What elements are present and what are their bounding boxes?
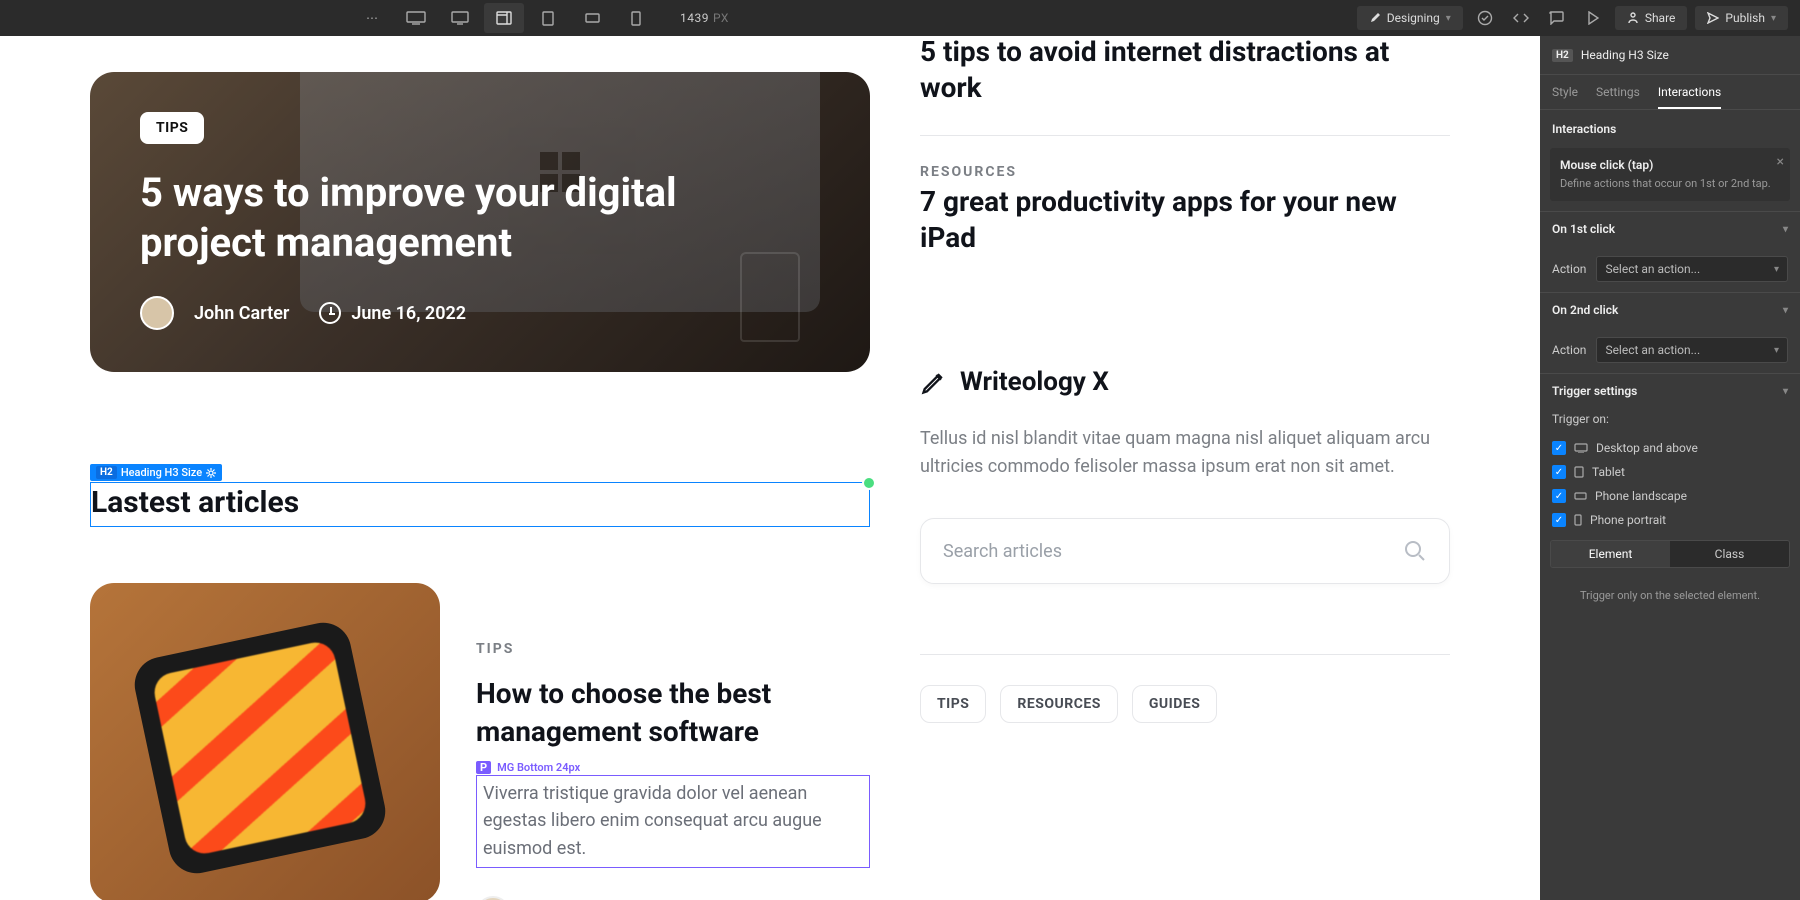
device-checkbox-desktop[interactable]: ✓ Desktop and above: [1540, 436, 1800, 460]
sidebar-post[interactable]: 5 tips to avoid internet distractions at…: [920, 36, 1450, 107]
paragraph-selection-tag[interactable]: P MG Bottom 24px: [476, 761, 580, 774]
article-thumbnail: [90, 583, 440, 900]
trigger-scope-segmented[interactable]: Element Class: [1550, 540, 1790, 568]
publish-button[interactable]: Publish ▾: [1695, 6, 1788, 30]
interactions-heading: Interactions: [1540, 110, 1800, 148]
desktop-icon: [1574, 443, 1588, 453]
first-click-header[interactable]: On 1st click▾: [1540, 211, 1800, 246]
sidebar-post-title: 7 great productivity apps for your new i…: [920, 184, 1450, 257]
breakpoint-phone-landscape-button[interactable]: [572, 3, 612, 33]
trigger-card[interactable]: × Mouse click (tap) Define actions that …: [1550, 148, 1790, 201]
design-canvas[interactable]: TIPS 5 ways to improve your digital proj…: [0, 36, 1540, 900]
tag-chip[interactable]: GUIDES: [1132, 685, 1217, 723]
segment-class[interactable]: Class: [1670, 541, 1789, 567]
trigger-on-label: Trigger on:: [1552, 412, 1788, 426]
device-checkbox-tablet[interactable]: ✓ Tablet: [1540, 460, 1800, 484]
hero-date: June 16, 2022: [319, 302, 466, 324]
first-action-select[interactable]: Select an action...▾: [1596, 256, 1788, 282]
action-label: Action: [1552, 262, 1586, 276]
tab-settings[interactable]: Settings: [1596, 85, 1640, 109]
trigger-hint: Trigger only on the selected element.: [1540, 576, 1800, 617]
sidebar-post[interactable]: RESOURCES 7 great productivity apps for …: [920, 164, 1450, 257]
hero-card[interactable]: TIPS 5 ways to improve your digital proj…: [90, 72, 870, 372]
search-input[interactable]: [943, 541, 1403, 562]
segment-element[interactable]: Element: [1551, 541, 1670, 567]
share-button[interactable]: Share: [1615, 6, 1688, 30]
preview-icon[interactable]: [1579, 4, 1607, 32]
clock-icon: [319, 302, 341, 324]
divider: [920, 135, 1450, 136]
hero-author: John Carter: [140, 296, 289, 330]
sidebar-post-title: 5 tips to avoid internet distractions at…: [920, 36, 1450, 107]
selected-heading-element[interactable]: Lastest articles: [90, 482, 870, 527]
search-icon: [1403, 539, 1427, 563]
tag-chip[interactable]: RESOURCES: [1000, 685, 1117, 723]
trigger-description: Define actions that occur on 1st or 2nd …: [1560, 176, 1780, 191]
selection-tag[interactable]: H2 Heading H3 Size: [90, 464, 222, 481]
breakpoint-base-button[interactable]: [484, 3, 524, 33]
canvas-width-display[interactable]: 1439PX: [680, 11, 729, 25]
second-click-header[interactable]: On 2nd click▾: [1540, 292, 1800, 327]
article-category: TIPS: [476, 641, 870, 657]
article-title: How to choose the best management softwa…: [476, 675, 870, 751]
brand-logo: Writeology X: [920, 367, 1450, 397]
selection-breadcrumb[interactable]: H2 Heading H3 Size: [1540, 36, 1800, 75]
checkmark-icon[interactable]: [1471, 4, 1499, 32]
breakpoint-desktop-button[interactable]: [440, 3, 480, 33]
phone-portrait-icon: [1574, 514, 1582, 526]
article-author: John Carter: [476, 896, 615, 900]
avatar: [140, 296, 174, 330]
top-toolbar: ⋯ 1439PX Designing ▾: [0, 0, 1800, 36]
more-menu-button[interactable]: ⋯: [352, 3, 392, 33]
mode-switcher[interactable]: Designing ▾: [1357, 6, 1463, 30]
tab-style[interactable]: Style: [1552, 85, 1578, 109]
gear-icon: [206, 468, 216, 478]
tag-list: TIPS RESOURCES GUIDES: [920, 654, 1450, 723]
hero-title: 5 ways to improve your digital project m…: [140, 168, 780, 268]
tablet-icon: [1574, 466, 1584, 478]
search-box[interactable]: [920, 518, 1450, 584]
article-card[interactable]: TIPS How to choose the best management s…: [90, 583, 870, 900]
category-badge: TIPS: [140, 112, 204, 144]
breakpoint-desktop-large-button[interactable]: [396, 3, 436, 33]
action-label: Action: [1552, 343, 1586, 357]
phone-landscape-icon: [1574, 492, 1587, 500]
breakpoint-phone-button[interactable]: [616, 3, 656, 33]
article-description[interactable]: Viverra tristique gravida dolor vel aene…: [476, 775, 870, 869]
breakpoint-tablet-button[interactable]: [528, 3, 568, 33]
sidebar-post-category: RESOURCES: [920, 164, 1450, 180]
tab-interactions[interactable]: Interactions: [1658, 85, 1721, 109]
comment-icon[interactable]: [1543, 4, 1571, 32]
tag-chip[interactable]: TIPS: [920, 685, 986, 723]
trigger-settings-header[interactable]: Trigger settings▾: [1540, 373, 1800, 408]
code-icon[interactable]: [1507, 4, 1535, 32]
brand-description: Tellus id nisl blandit vitae quam magna …: [920, 425, 1450, 483]
trigger-title: Mouse click (tap): [1560, 158, 1780, 172]
second-action-select[interactable]: Select an action...▾: [1596, 337, 1788, 363]
pen-icon: [920, 368, 948, 396]
close-icon[interactable]: ×: [1777, 154, 1784, 170]
inspector-panel: H2 Heading H3 Size Style Settings Intera…: [1540, 36, 1800, 900]
add-handle-icon[interactable]: [862, 476, 876, 490]
device-checkbox-phone-landscape[interactable]: ✓ Phone landscape: [1540, 484, 1800, 508]
avatar: [476, 896, 510, 900]
device-checkbox-phone-portrait[interactable]: ✓ Phone portrait: [1540, 508, 1800, 532]
